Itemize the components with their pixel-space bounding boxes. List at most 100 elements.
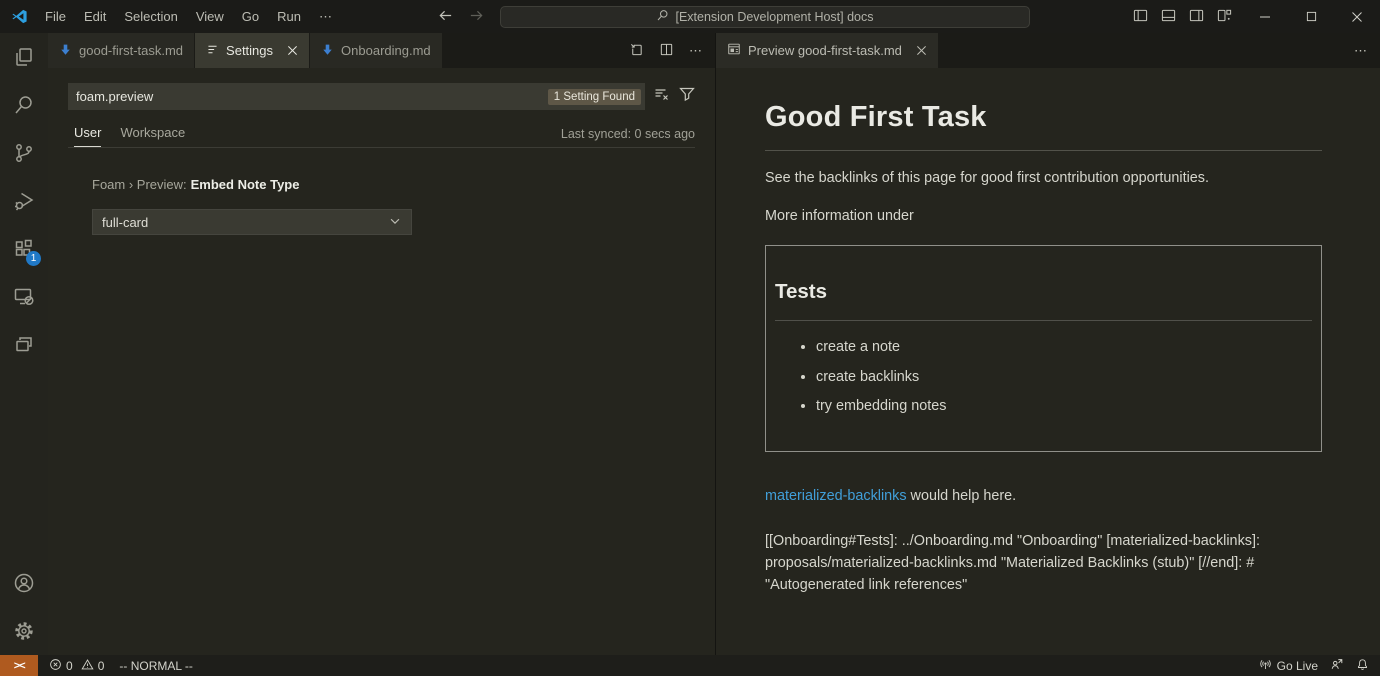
remote-indicator[interactable]: >< (0, 655, 38, 676)
embed-list: create a note create backlinks try embed… (775, 336, 1312, 417)
menu-overflow-button[interactable]: ⋯ (310, 0, 341, 33)
activity-bar: 1 (0, 33, 48, 655)
toggle-sidebar-icon[interactable] (1133, 8, 1148, 26)
forward-button[interactable] (469, 8, 484, 26)
last-synced-label: Last synced: 0 secs ago (561, 127, 695, 147)
toggle-panel-icon[interactable] (1161, 8, 1176, 26)
markdown-file-icon (59, 43, 72, 59)
editor-group-settings: good-first-task.md Settings Onboarding. (48, 33, 716, 655)
vscode-window: File Edit Selection View Go Run ⋯ [Exten… (0, 0, 1380, 676)
chevron-down-icon (388, 214, 402, 231)
menu-go[interactable]: Go (233, 0, 268, 33)
search-icon[interactable] (0, 81, 48, 129)
open-settings-json-icon[interactable] (629, 42, 644, 60)
menu-bar: File Edit Selection View Go Run ⋯ (36, 0, 341, 33)
warning-icon (81, 658, 94, 674)
menu-file[interactable]: File (36, 0, 75, 33)
source-control-icon[interactable] (0, 129, 48, 177)
filter-icon[interactable] (679, 86, 695, 107)
vim-mode-indicator[interactable]: -- NORMAL -- (119, 659, 193, 673)
tab-bar: Preview good-first-task.md ⋯ (716, 33, 1380, 68)
command-center[interactable]: [Extension Development Host] docs (500, 6, 1030, 28)
clear-filters-icon[interactable] (654, 86, 670, 107)
broadcast-icon (1259, 658, 1272, 674)
menu-view[interactable]: View (187, 0, 233, 33)
backlink-rest: would help here. (907, 488, 1017, 504)
problems-status[interactable]: 0 0 (49, 658, 104, 674)
tab-onboarding[interactable]: Onboarding.md (310, 33, 443, 68)
markdown-preview: Good First Task See the backlinks of thi… (716, 68, 1380, 597)
run-debug-icon[interactable] (0, 177, 48, 225)
live-share-icon[interactable] (1330, 657, 1344, 674)
tab-bar: good-first-task.md Settings Onboarding. (48, 33, 715, 68)
tab-label: good-first-task.md (79, 43, 183, 58)
status-bar: >< 0 0 -- NORMAL -- Go Live (0, 655, 1380, 676)
remote-explorer-icon[interactable] (0, 273, 48, 321)
list-item: create a note (816, 336, 1312, 358)
materialized-backlinks-link[interactable]: materialized-backlinks (765, 488, 907, 504)
tab-label: Onboarding.md (341, 43, 431, 58)
setting-category: Foam › Preview: (92, 177, 187, 192)
markdown-preview-icon (727, 42, 741, 59)
extensions-badge: 1 (26, 251, 41, 266)
setting-name: Embed Note Type (191, 177, 300, 192)
menu-run[interactable]: Run (268, 0, 310, 33)
title-bar: File Edit Selection View Go Run ⋯ [Exten… (0, 0, 1380, 33)
settings-editor-icon (206, 43, 219, 59)
editor-group-preview: Preview good-first-task.md ⋯ Good First … (716, 33, 1380, 655)
vscode-logo-icon (11, 8, 28, 25)
settings-search-box[interactable]: 1 Setting Found (68, 83, 645, 110)
tab-label: Preview good-first-task.md (748, 43, 902, 58)
tab-good-first-task[interactable]: good-first-task.md (48, 33, 195, 68)
windows-icon[interactable] (0, 321, 48, 369)
window-title: [Extension Development Host] docs (675, 10, 873, 24)
split-editor-icon[interactable] (659, 42, 674, 60)
go-live-button[interactable]: Go Live (1259, 658, 1318, 674)
search-icon (656, 9, 669, 25)
toggle-secondary-sidebar-icon[interactable] (1189, 8, 1204, 26)
close-window-button[interactable] (1334, 0, 1380, 33)
close-tab-icon[interactable] (287, 45, 298, 56)
tab-label: Settings (226, 43, 273, 58)
setting-embed-note-type: Foam › Preview: Embed Note Type full-card (92, 177, 695, 235)
extensions-icon[interactable]: 1 (0, 225, 48, 273)
go-live-label: Go Live (1277, 659, 1318, 673)
settings-editor: 1 Setting Found User Workspace Last (48, 68, 715, 235)
error-count: 0 (66, 659, 73, 673)
menu-edit[interactable]: Edit (75, 0, 115, 33)
more-info-paragraph: More information under (765, 205, 1322, 227)
markdown-file-icon (321, 43, 334, 59)
embed-heading: Tests (775, 276, 1312, 322)
link-references-paragraph: [[Onboarding#Tests]: ../Onboarding.md "O… (765, 530, 1322, 597)
menu-selection[interactable]: Selection (115, 0, 186, 33)
embed-note-type-select[interactable]: full-card (92, 209, 412, 235)
error-icon (49, 658, 62, 674)
manage-gear-icon[interactable] (0, 607, 48, 655)
intro-paragraph: See the backlinks of this page for good … (765, 167, 1322, 189)
settings-scope-tabs: User Workspace Last synced: 0 secs ago (74, 125, 695, 147)
customize-layout-icon[interactable] (1217, 8, 1232, 26)
results-count-badge: 1 Setting Found (548, 89, 641, 105)
select-value: full-card (102, 215, 148, 230)
list-item: create backlinks (816, 366, 1312, 388)
tab-settings[interactable]: Settings (195, 33, 310, 68)
settings-search-input[interactable] (76, 89, 548, 104)
embedded-note-card: Tests create a note create backlinks try… (765, 245, 1322, 453)
list-item: try embedding notes (816, 395, 1312, 417)
back-button[interactable] (438, 8, 453, 26)
minimize-button[interactable] (1242, 0, 1288, 33)
warning-count: 0 (98, 659, 105, 673)
settings-divider (68, 147, 695, 148)
more-actions-icon[interactable]: ⋯ (1354, 43, 1367, 59)
scope-tab-workspace[interactable]: Workspace (120, 125, 185, 147)
maximize-button[interactable] (1288, 0, 1334, 33)
backlink-paragraph: materialized-backlinks would help here. (765, 485, 1322, 507)
notifications-bell-icon[interactable] (1356, 658, 1369, 674)
more-actions-icon[interactable]: ⋯ (689, 43, 702, 59)
tab-preview-good-first-task[interactable]: Preview good-first-task.md (716, 33, 939, 68)
close-tab-icon[interactable] (916, 45, 927, 56)
page-title: Good First Task (765, 95, 1322, 151)
explorer-icon[interactable] (0, 33, 48, 81)
accounts-icon[interactable] (0, 559, 48, 607)
scope-tab-user[interactable]: User (74, 125, 101, 147)
